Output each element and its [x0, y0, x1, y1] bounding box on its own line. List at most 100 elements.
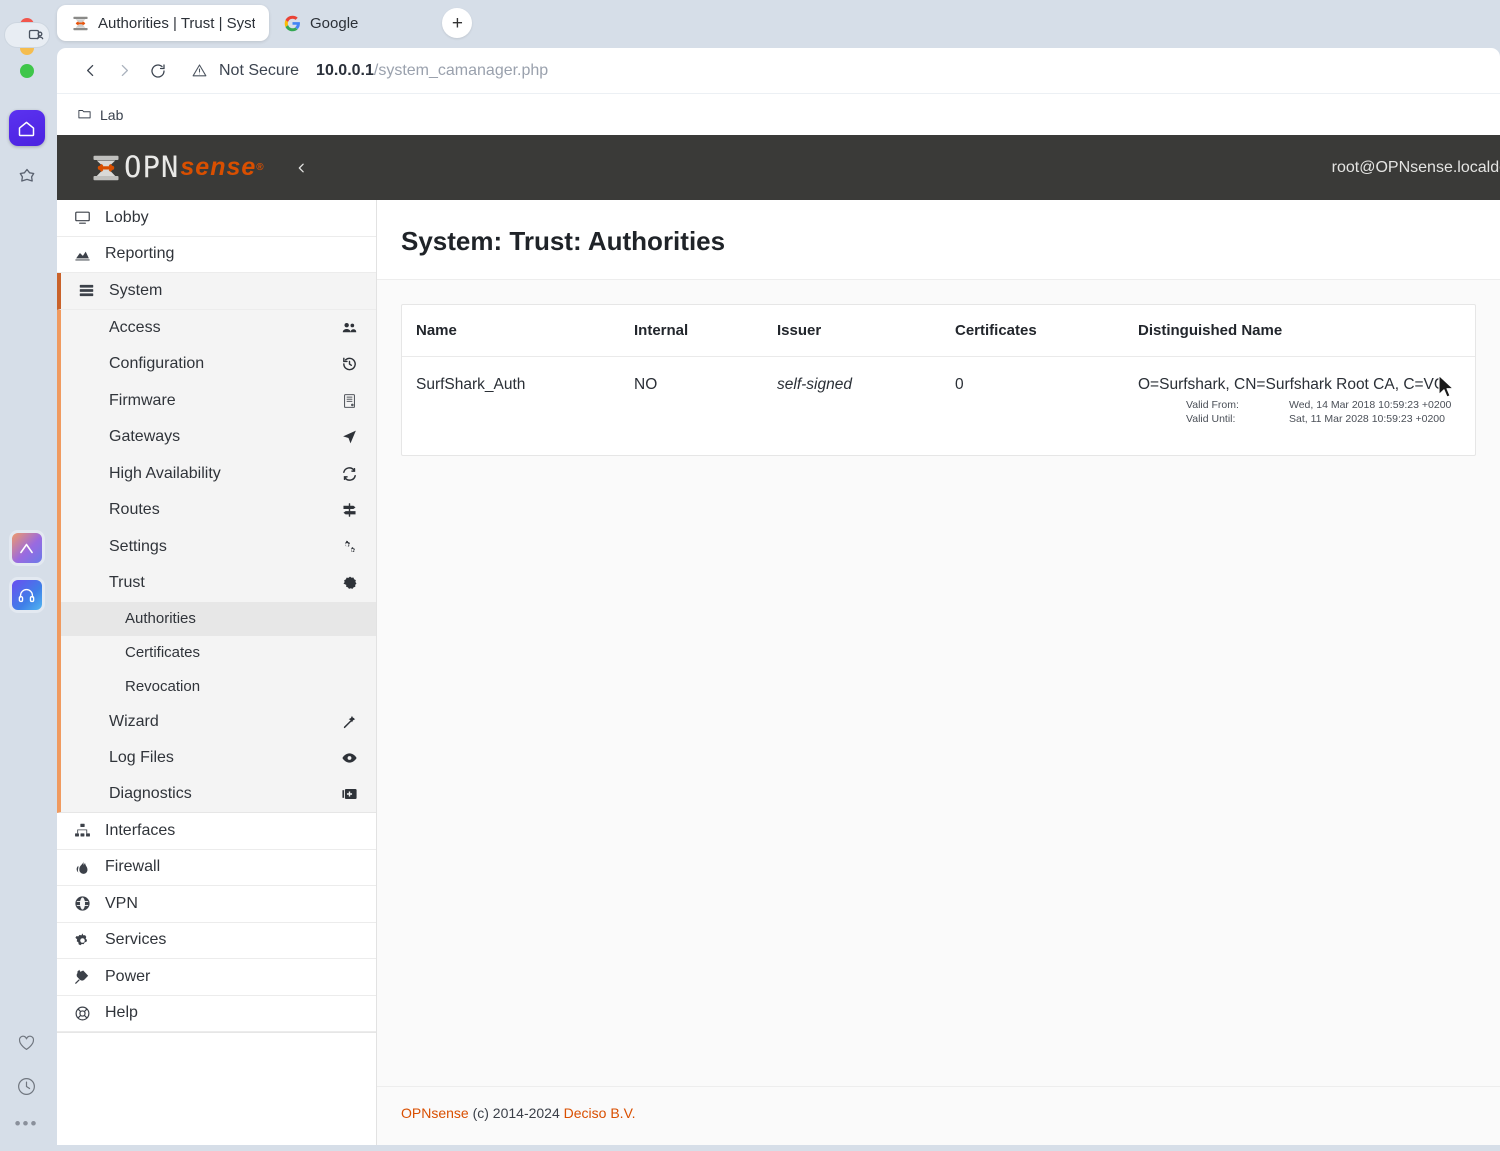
bookmarks-bar: Lab	[57, 93, 1500, 135]
footer-opnsense-link[interactable]: OPNsense	[401, 1105, 469, 1121]
column-header-name[interactable]: Name	[402, 305, 634, 357]
valid-until-label: Valid Until:	[1186, 413, 1289, 425]
sidebar-history-clock-icon[interactable]	[15, 1075, 38, 1103]
nav-item-lobby[interactable]: Lobby	[57, 200, 376, 237]
browser-url-bar[interactable]: Not Secure 10.0.0.1/system_camanager.php	[57, 48, 1500, 93]
nav-label: Wizard	[109, 713, 159, 731]
distinguished-name-value: O=Surfshark, CN=Surfshark Root CA, C=VG	[1138, 376, 1475, 394]
url-path: /system_camanager.php	[374, 62, 548, 79]
briefcase-medical-icon	[341, 786, 358, 803]
sidebar-more-options-icon[interactable]: •••	[15, 1119, 39, 1129]
sidebar-home-button[interactable]	[9, 110, 45, 146]
nav-item-firewall[interactable]: Firewall	[57, 850, 376, 887]
sidebar-app-headphones-icon[interactable]	[9, 577, 45, 613]
nav-label: Reporting	[105, 245, 174, 263]
column-header-certificates[interactable]: Certificates	[955, 305, 1138, 357]
browser-tab-authorities[interactable]: Authorities | Trust | Syste	[57, 5, 269, 41]
profile-switcher-pill[interactable]	[4, 22, 50, 48]
cogs-icon	[341, 538, 358, 555]
nav-item-log-files[interactable]: Log Files	[57, 740, 376, 777]
forward-button[interactable]	[109, 56, 139, 86]
monitor-icon	[74, 209, 98, 226]
nav-label: Power	[105, 968, 150, 986]
server-icon	[78, 282, 102, 299]
browser-tab-title: Authorities | Trust | Syste	[98, 15, 255, 32]
nav-item-revocation[interactable]: Revocation	[57, 670, 376, 704]
nav-item-configuration[interactable]: Configuration	[57, 346, 376, 383]
opnsense-topbar: OPNsense® root@OPNsense.localdo	[57, 135, 1500, 200]
cell-internal: NO	[634, 357, 777, 456]
nav-item-system[interactable]: System	[57, 273, 376, 310]
logo-sense-text: sense	[180, 155, 256, 180]
sidebar-app-arc-icon[interactable]	[9, 530, 45, 566]
opnsense-logo-mark-icon	[91, 153, 121, 183]
column-header-issuer[interactable]: Issuer	[777, 305, 955, 357]
gear-icon	[74, 932, 98, 949]
nav-item-diagnostics[interactable]: Diagnostics	[57, 777, 376, 814]
nav-label: System	[109, 282, 162, 300]
nav-item-certificates[interactable]: Certificates	[57, 636, 376, 670]
nav-label: Routes	[109, 501, 160, 519]
footer-copyright-text: (c) 2014-2024	[469, 1105, 564, 1121]
nav-label: Interfaces	[105, 822, 175, 840]
nav-item-trust[interactable]: Trust	[57, 565, 376, 602]
valid-from-label: Valid From:	[1186, 399, 1289, 411]
page-footer: OPNsense (c) 2014-2024 Deciso B.V.	[377, 1086, 1500, 1145]
nav-label: High Availability	[109, 465, 221, 483]
browser-chrome: Authorities | Trust | Syste Google +	[53, 0, 1500, 135]
back-button[interactable]	[75, 56, 105, 86]
sitemap-icon	[74, 822, 98, 839]
sidebar-likes-heart-icon[interactable]	[15, 1031, 38, 1059]
nav-item-vpn[interactable]: VPN	[57, 886, 376, 923]
column-header-distinguished-name[interactable]: Distinguished Name	[1138, 305, 1475, 357]
nav-item-reporting[interactable]: Reporting	[57, 237, 376, 274]
nav-item-services[interactable]: Services	[57, 923, 376, 960]
nav-item-power[interactable]: Power	[57, 959, 376, 996]
globe-icon	[74, 895, 98, 912]
browser-tab-google[interactable]: Google	[269, 5, 372, 41]
nav-item-firmware[interactable]: Firmware	[57, 383, 376, 420]
nav-item-gateways[interactable]: Gateways	[57, 419, 376, 456]
nav-label: Services	[105, 931, 166, 949]
lifebuoy-icon	[74, 1005, 98, 1022]
nav-item-access[interactable]: Access	[57, 310, 376, 347]
reload-button[interactable]	[143, 56, 173, 86]
cell-certificates: 0	[955, 357, 1138, 456]
page-title: System: Trust: Authorities	[401, 226, 1500, 257]
nav-item-authorities[interactable]: Authorities	[57, 602, 376, 636]
nav-label: Configuration	[109, 355, 204, 373]
bookmark-lab[interactable]: Lab	[77, 106, 123, 124]
column-header-internal[interactable]: Internal	[634, 305, 777, 357]
nav-label: Help	[105, 1004, 138, 1022]
nav-item-routes[interactable]: Routes	[57, 492, 376, 529]
footer-deciso-link[interactable]: Deciso B.V.	[564, 1105, 636, 1121]
certificate-validity-block: Valid From: Wed, 14 Mar 2018 10:59:23 +0…	[1186, 399, 1475, 425]
nav-item-high-availability[interactable]: High Availability	[57, 456, 376, 493]
url-text: 10.0.0.1/system_camanager.php	[316, 62, 548, 80]
opnsense-favicon-icon	[71, 14, 89, 32]
sidebar-favorites-star-icon[interactable]	[9, 158, 45, 194]
app-body: Lobby Reporting System Access	[57, 200, 1500, 1145]
nav-label: Certificates	[125, 644, 200, 661]
authorities-table-card: Name Internal Issuer Certificates Distin…	[401, 304, 1476, 456]
table-row[interactable]: SurfShark_Auth NO self-signed 0 O=Surfsh…	[402, 357, 1475, 456]
new-tab-button[interactable]: +	[442, 8, 472, 38]
opnsense-logo[interactable]: OPNsense®	[91, 153, 265, 183]
content-body: Name Internal Issuer Certificates Distin…	[377, 280, 1500, 1086]
window-bottom-edge	[0, 1145, 1500, 1151]
logo-opn-text: OPN	[124, 153, 179, 182]
cell-distinguished-name: O=Surfshark, CN=Surfshark Root CA, C=VG …	[1138, 357, 1475, 456]
maximize-window-button[interactable]	[20, 64, 34, 78]
content-area: System: Trust: Authorities Name Internal…	[377, 200, 1500, 1145]
nav-item-interfaces[interactable]: Interfaces	[57, 813, 376, 850]
sidebar-collapse-button[interactable]	[295, 153, 308, 183]
nav-item-wizard[interactable]: Wizard	[57, 704, 376, 741]
google-favicon-icon	[283, 14, 301, 32]
nav-label: Log Files	[109, 749, 174, 767]
users-icon	[341, 319, 358, 336]
nav-item-help[interactable]: Help	[57, 996, 376, 1033]
cell-name: SurfShark_Auth	[402, 357, 634, 456]
not-secure-label: Not Secure	[219, 62, 299, 80]
nav-label: Firmware	[109, 392, 176, 410]
nav-item-settings[interactable]: Settings	[57, 529, 376, 566]
